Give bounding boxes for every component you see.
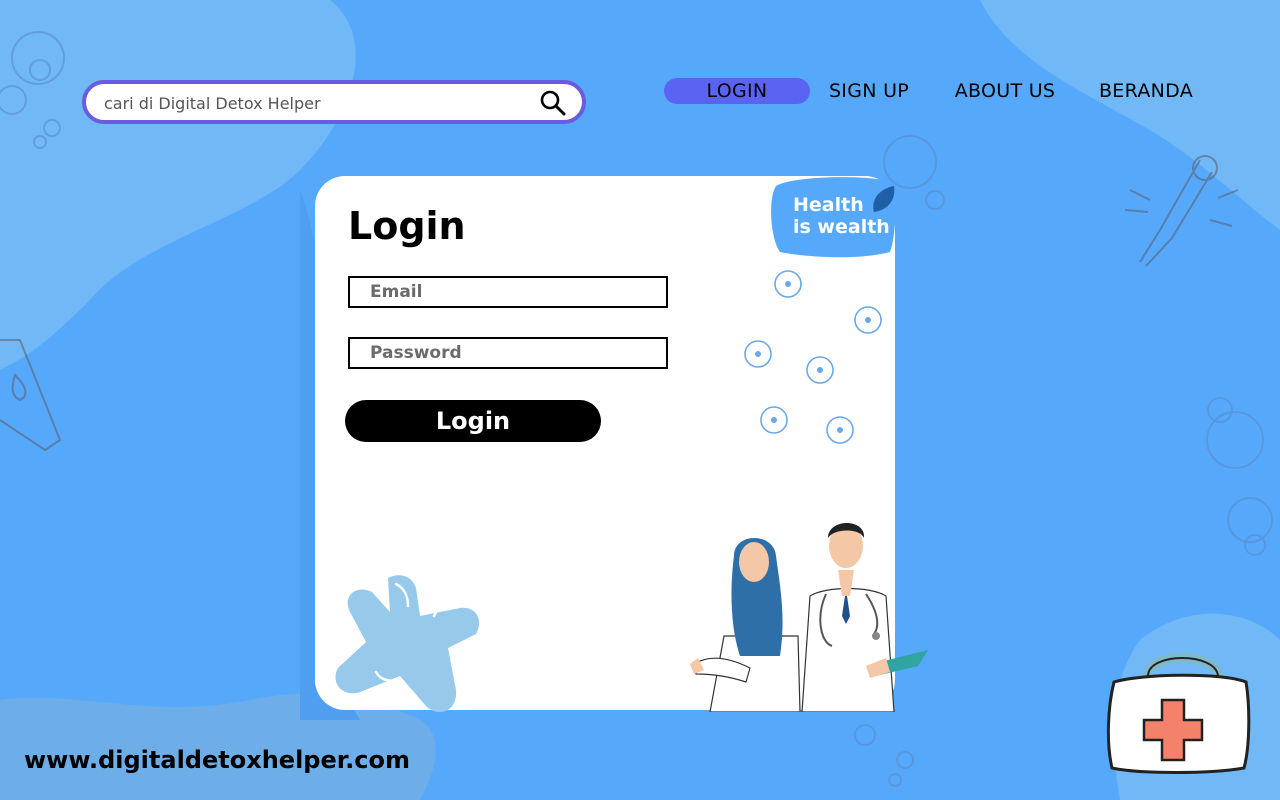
medical-cross-icon [335,575,480,713]
password-field[interactable] [350,339,666,367]
page-title: Login [348,204,466,248]
nav-beranda[interactable]: BERANDA [1094,78,1198,104]
email-field-box [348,276,668,308]
badge-line-1: Health [793,194,864,216]
email-field[interactable] [350,278,666,306]
login-button[interactable]: Login [345,400,601,442]
first-aid-kit-icon [1106,653,1251,774]
password-field-box [348,337,668,369]
search-input[interactable] [102,84,526,122]
nav-about-us[interactable]: ABOUT US [950,78,1060,104]
virus-doodles [744,270,882,444]
search-icon[interactable] [540,90,566,116]
search-bar [82,80,586,124]
health-badge: Health is wealth [793,194,890,238]
nav-login[interactable]: LOGIN [664,78,810,104]
badge-line-2: is wealth [793,216,890,238]
footer-url[interactable]: www.digitaldetoxhelper.com [24,746,410,774]
doctors-illustration [690,523,928,712]
nav-sign-up[interactable]: SIGN UP [824,78,914,104]
